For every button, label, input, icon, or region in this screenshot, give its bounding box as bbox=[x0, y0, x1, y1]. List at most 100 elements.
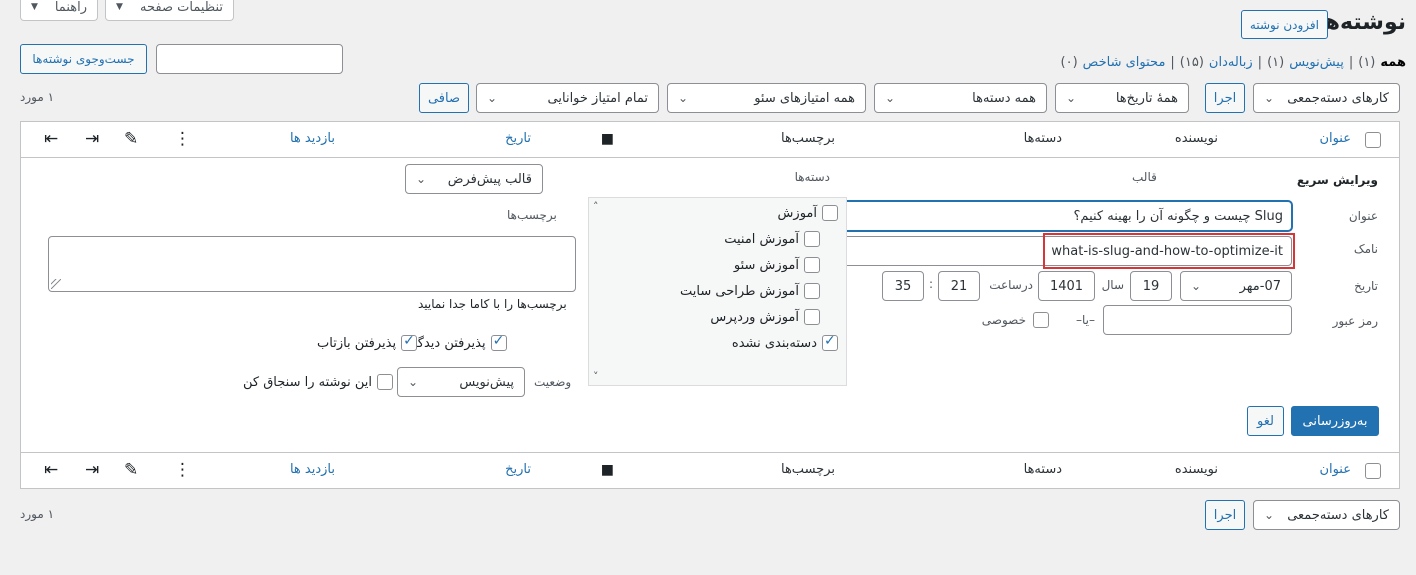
quick-edit-heading: ویرایش سریع bbox=[1296, 173, 1378, 187]
template-value: قالب پیش‌فرض bbox=[447, 171, 532, 187]
category-item[interactable]: آموزش سئو bbox=[734, 257, 820, 273]
allow-comments[interactable]: پذیرفتن دیدگاه bbox=[407, 333, 507, 351]
cancel-button[interactable]: لغو bbox=[1247, 406, 1284, 436]
category-filter-value: همه دسته‌ها bbox=[972, 90, 1036, 106]
table-header: عنوان نویسنده دسته‌ها برچسب‌ها ■ تاریخ ب… bbox=[21, 122, 1399, 158]
category-filter-select[interactable]: همه دسته‌ها ⌄ bbox=[874, 83, 1047, 113]
category-checkbox[interactable] bbox=[804, 283, 820, 299]
allow-pings[interactable]: پذیرفتن بازتاب bbox=[317, 333, 418, 351]
category-label: آموزش طراحی سایت bbox=[680, 283, 799, 299]
search-posts-button[interactable]: جست‌وجوی نوشته‌ها bbox=[20, 44, 147, 74]
scroll-down-icon[interactable]: ˅ bbox=[593, 370, 599, 383]
view-trash[interactable]: زباله‌دان bbox=[1209, 55, 1253, 70]
scroll-up-icon[interactable]: ˄ bbox=[593, 200, 599, 213]
readability-icon: ✎ bbox=[124, 129, 139, 149]
select-all-checkbox[interactable] bbox=[1365, 463, 1381, 479]
private-checkbox[interactable] bbox=[1033, 312, 1049, 328]
screen-options-button[interactable]: تنظیمات صفحه ▼ bbox=[105, 0, 234, 21]
category-item[interactable]: آموزش وردپرس bbox=[710, 309, 820, 325]
column-views[interactable]: بازدید ها bbox=[290, 462, 335, 477]
column-categories: دسته‌ها bbox=[1023, 462, 1062, 477]
filter-button[interactable]: صافی bbox=[419, 83, 469, 113]
categories-label: دسته‌ها bbox=[794, 170, 830, 184]
month-select[interactable]: 07-مهر ⌄ bbox=[1180, 271, 1292, 301]
category-item[interactable]: دسته‌بندی نشده bbox=[732, 333, 838, 351]
sticky-checkbox[interactable] bbox=[377, 374, 394, 390]
add-new-post-button[interactable]: افزودن نوشته bbox=[1240, 10, 1328, 39]
bulk-actions-select[interactable]: کارهای دسته‌جمعی ⌄ bbox=[1253, 83, 1400, 113]
chevron-down-icon: ⌄ bbox=[1264, 508, 1275, 522]
view-cornerstone[interactable]: محتوای شاخص bbox=[1083, 55, 1166, 70]
screen-options-label: تنظیمات صفحه bbox=[140, 0, 223, 15]
tags-hint: برچسب‌ها را با کاما جدا نمایید bbox=[418, 297, 567, 311]
search-input[interactable] bbox=[156, 44, 343, 74]
items-count-bottom: ۱ مورد bbox=[20, 507, 55, 521]
bulk-actions-select-bottom[interactable]: کارهای دسته‌جمعی ⌄ bbox=[1253, 500, 1400, 530]
year-input[interactable]: 1401 bbox=[1038, 271, 1095, 301]
chevron-down-icon: ⌄ bbox=[1191, 279, 1202, 293]
help-button[interactable]: راهنما ▼ bbox=[20, 0, 98, 21]
category-checkbox[interactable] bbox=[804, 309, 820, 325]
seo-filter-value: همه امتیازهای سئو bbox=[754, 90, 855, 106]
column-title[interactable]: عنوان bbox=[1319, 462, 1351, 477]
category-label: آموزش وردپرس bbox=[710, 309, 799, 325]
category-checkbox[interactable] bbox=[804, 231, 820, 247]
day-input[interactable]: 19 bbox=[1130, 271, 1172, 301]
readability-filter-select[interactable]: تمام امتیاز خوانایی ⌄ bbox=[476, 83, 659, 113]
internal-links-out-icon: ⇥ bbox=[85, 460, 100, 480]
view-drafts[interactable]: پیش‌نویس bbox=[1289, 55, 1344, 70]
view-separator: | bbox=[1257, 55, 1263, 70]
slug-label: نامک bbox=[1353, 242, 1378, 256]
time-colon: : bbox=[928, 277, 933, 291]
update-button[interactable]: به‌روزرسانی bbox=[1291, 406, 1379, 436]
date-filter-select[interactable]: همهٔ تاریخ‌ها ⌄ bbox=[1055, 83, 1189, 113]
chevron-down-icon: ⌄ bbox=[678, 91, 689, 105]
view-separator: | bbox=[1348, 55, 1354, 70]
apply-bulk-button[interactable]: اجرا bbox=[1205, 83, 1245, 113]
resize-handle-icon[interactable] bbox=[51, 279, 61, 289]
items-count: ۱ مورد bbox=[20, 90, 55, 104]
status-select[interactable]: پیش‌نویس ⌄ bbox=[397, 367, 525, 397]
column-date[interactable]: تاریخ bbox=[505, 131, 531, 146]
caret-down-icon: ▼ bbox=[116, 2, 123, 12]
category-checkbox[interactable] bbox=[822, 333, 838, 351]
select-all-checkbox[interactable] bbox=[1365, 132, 1381, 148]
apply-bulk-button-bottom[interactable]: اجرا bbox=[1205, 500, 1245, 530]
seo-filter-select[interactable]: همه امتیازهای سئو ⌄ bbox=[667, 83, 866, 113]
help-label: راهنما bbox=[54, 0, 87, 15]
title-input[interactable]: Slug چیست و چگونه آن را بهینه کنیم؟ bbox=[842, 201, 1292, 231]
column-date[interactable]: تاریخ bbox=[505, 462, 531, 477]
categories-checklist[interactable]: آموزش آموزش امنیت آموزش سئو آموزش طراحی … bbox=[588, 197, 847, 386]
chevron-down-icon: ⌄ bbox=[1264, 91, 1275, 105]
view-all-count: (۱) bbox=[1358, 55, 1376, 70]
day-value: 19 bbox=[1142, 278, 1160, 294]
column-categories: دسته‌ها bbox=[1023, 131, 1062, 146]
category-checkbox[interactable] bbox=[804, 257, 820, 273]
comments-icon: ■ bbox=[600, 462, 614, 478]
allow-comments-checkbox[interactable] bbox=[490, 333, 507, 351]
category-item[interactable]: آموزش امنیت bbox=[724, 231, 820, 247]
password-input[interactable] bbox=[1103, 305, 1292, 335]
view-trash-count: (۱۵) bbox=[1179, 55, 1204, 70]
category-label: آموزش bbox=[777, 205, 817, 221]
internal-links-out-icon: ⇥ bbox=[85, 129, 100, 149]
column-views[interactable]: بازدید ها bbox=[290, 131, 335, 146]
view-cornerstone-count: (۰) bbox=[1060, 55, 1078, 70]
minute-input[interactable]: 35 bbox=[882, 271, 924, 301]
column-title[interactable]: عنوان bbox=[1319, 131, 1351, 146]
template-select[interactable]: قالب پیش‌فرض ⌄ bbox=[405, 164, 543, 194]
hour-input[interactable]: 21 bbox=[938, 271, 980, 301]
allow-pings-checkbox[interactable] bbox=[401, 333, 418, 351]
readability-filter-value: تمام امتیاز خوانایی bbox=[547, 90, 648, 106]
tags-textarea[interactable] bbox=[48, 236, 576, 292]
category-checkbox[interactable] bbox=[822, 205, 838, 221]
view-separator: | bbox=[1170, 55, 1175, 70]
title-input-value: Slug چیست و چگونه آن را بهینه کنیم؟ bbox=[1073, 208, 1283, 224]
sticky-option[interactable]: این نوشته را سنجاق کن bbox=[243, 374, 394, 390]
category-item[interactable]: آموزش bbox=[778, 205, 838, 221]
view-all[interactable]: همه bbox=[1380, 55, 1406, 70]
or-label: –یا– bbox=[1076, 313, 1095, 327]
title-label: عنوان bbox=[1348, 209, 1378, 223]
year-label: سال bbox=[1101, 278, 1124, 292]
category-item[interactable]: آموزش طراحی سایت bbox=[680, 283, 820, 299]
